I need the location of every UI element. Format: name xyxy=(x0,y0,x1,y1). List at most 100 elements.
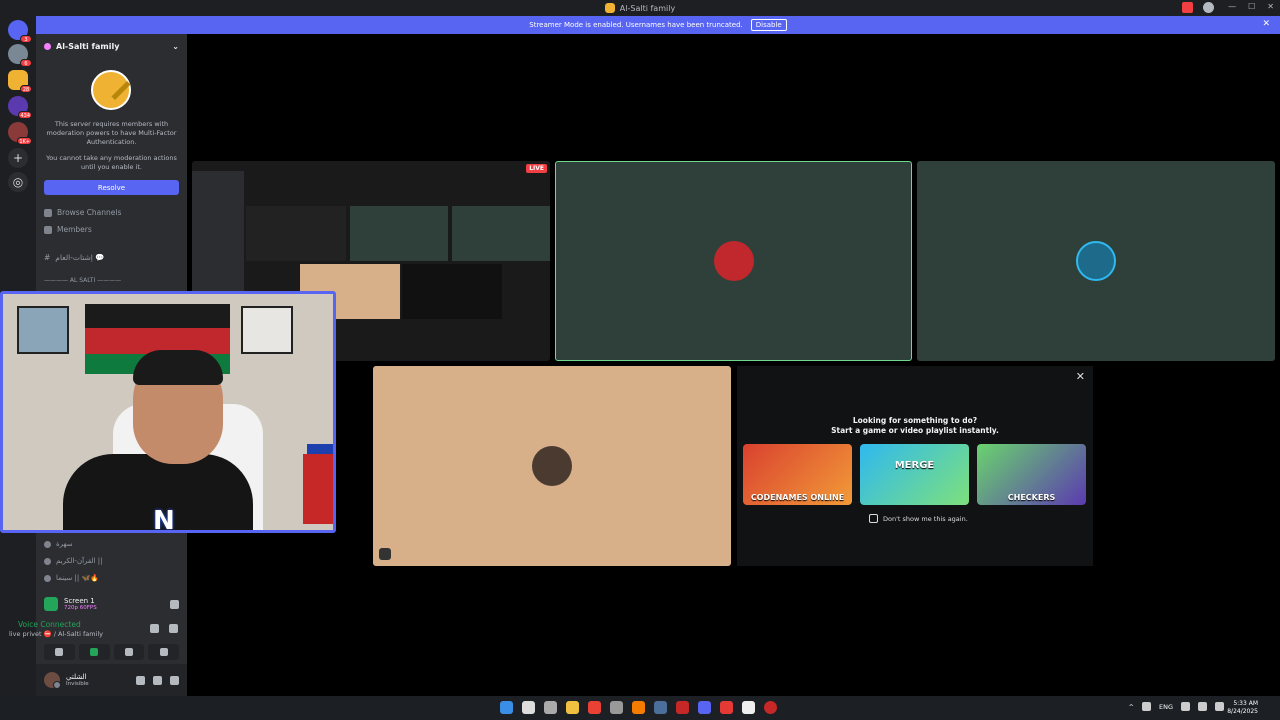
app-icon[interactable] xyxy=(764,701,777,714)
home-button[interactable]: 3 xyxy=(8,20,32,43)
user-panel: الشلتي Invisible xyxy=(36,664,187,696)
server-badge: 1K+ xyxy=(17,137,32,145)
stream-preview-panel[interactable]: Screen 1 720p 60FPS xyxy=(36,590,187,618)
volume-icon[interactable] xyxy=(1198,702,1207,711)
activity-heading: Looking for something to do? Start a gam… xyxy=(737,416,1093,436)
server-icon-active[interactable]: 28 xyxy=(8,70,32,93)
voice-connected-status[interactable]: Voice Connected xyxy=(18,620,81,629)
gear-icon[interactable] xyxy=(170,675,179,685)
game-card-merge[interactable]: MERGE xyxy=(860,444,969,505)
noise-suppression-icon[interactable] xyxy=(150,624,159,633)
streamer-mode-banner: Streamer Mode is enabled. Usernames have… xyxy=(36,16,1280,34)
chevron-up-icon[interactable]: ^ xyxy=(1129,703,1134,711)
text-channel[interactable]: # إشتات-العام 💬 xyxy=(44,253,105,262)
flag-stripe xyxy=(85,304,230,328)
maximize-button[interactable]: ☐ xyxy=(1248,2,1255,11)
dont-show-again[interactable]: Don't show me this again. xyxy=(869,514,968,523)
discover-icon[interactable]: ◎ xyxy=(8,172,28,192)
user-status: Invisible xyxy=(66,681,89,687)
avatar xyxy=(713,241,754,281)
close-window-button[interactable]: ✕ xyxy=(1267,2,1274,11)
close-banner-icon[interactable]: ✕ xyxy=(1262,19,1270,29)
participant-tile[interactable] xyxy=(373,366,731,566)
activity-heading-line2: Start a game or video playlist instantly… xyxy=(831,426,999,435)
server-badge: 6 xyxy=(20,59,32,67)
screen-share-button[interactable] xyxy=(78,644,110,660)
app-icon[interactable] xyxy=(676,701,689,714)
clock[interactable]: 5:33 AM 8/24/2025 xyxy=(1227,700,1258,716)
participant-tile[interactable] xyxy=(555,161,912,361)
start-icon[interactable] xyxy=(500,701,513,714)
network-icon[interactable] xyxy=(1181,702,1190,711)
members[interactable]: Members xyxy=(44,225,92,234)
participant-tile[interactable] xyxy=(917,161,1275,361)
text-channel-label: إشتات-العام 💬 xyxy=(55,253,105,262)
checkbox[interactable] xyxy=(869,514,878,523)
microphone-icon[interactable] xyxy=(136,675,145,685)
camera-button[interactable] xyxy=(44,644,75,660)
voice-controls xyxy=(150,624,178,633)
voice-channel-path: live privet ⛔ / Al-Salti family xyxy=(9,630,103,638)
server-icon-3[interactable]: 434 xyxy=(8,96,32,119)
microphone-icon[interactable] xyxy=(1141,702,1151,711)
language-indicator[interactable]: ENG xyxy=(1159,703,1173,711)
game-card-checkers[interactable]: CHECKERS xyxy=(977,444,1086,505)
voice-channel-label: القرآن-الكريم || xyxy=(56,557,103,565)
server-icon-4[interactable]: 1K+ xyxy=(8,122,32,145)
game-card-codenames[interactable]: CODENAMES ONLINE xyxy=(743,444,852,505)
close-icon[interactable]: ✕ xyxy=(1076,370,1085,383)
stop-stream-icon[interactable] xyxy=(170,599,179,609)
inbox-icon[interactable] xyxy=(1182,2,1193,13)
task-view-icon[interactable] xyxy=(544,701,557,714)
resolve-button[interactable]: Resolve xyxy=(44,180,179,195)
battery-icon[interactable] xyxy=(1215,702,1224,711)
discord-icon[interactable] xyxy=(698,701,711,714)
mfa-notice: This server requires members with modera… xyxy=(46,120,177,146)
server-icon-1[interactable]: 6 xyxy=(8,44,32,67)
add-server-icon[interactable]: + xyxy=(8,148,28,168)
streamer-mode-text: Streamer Mode is enabled. Usernames have… xyxy=(529,21,743,29)
disable-streamer-button[interactable]: Disable xyxy=(750,19,787,31)
server-logo-icon xyxy=(604,3,615,13)
app-icon[interactable] xyxy=(720,701,733,714)
voice-action-buttons xyxy=(44,644,179,660)
disconnect-icon[interactable] xyxy=(169,624,178,633)
app-icon[interactable] xyxy=(742,701,755,714)
chrome-icon[interactable] xyxy=(588,701,601,714)
avatar[interactable] xyxy=(44,672,61,689)
members-label: Members xyxy=(57,225,92,234)
help-icon[interactable] xyxy=(1203,2,1214,13)
boost-icon xyxy=(44,42,51,50)
headphones-icon[interactable] xyxy=(153,675,162,685)
voice-channel[interactable]: سينما || 🦋🔥 xyxy=(44,574,99,582)
voice-channel[interactable]: سهرة xyxy=(44,540,73,548)
user-name: الشلتي xyxy=(66,673,87,681)
person-hair xyxy=(133,350,223,385)
streamer-logo-icon: N xyxy=(153,506,175,533)
search-icon[interactable] xyxy=(522,701,535,714)
window-controls: — ☐ ✕ xyxy=(1228,2,1274,11)
server-header[interactable]: Al-Salti family ⌄ xyxy=(36,34,187,58)
system-tray: ^ ENG xyxy=(1129,702,1224,711)
camera-off-icon xyxy=(55,648,64,656)
title-bar: Al-Salti family — ☐ ✕ xyxy=(0,0,1280,16)
server-badge: 434 xyxy=(18,111,32,119)
game-label: CODENAMES ONLINE xyxy=(750,493,845,502)
activity-button[interactable] xyxy=(113,644,145,660)
browse-channels[interactable]: Browse Channels xyxy=(44,208,121,217)
voice-channel[interactable]: القرآن-الكريم || xyxy=(44,557,102,565)
activity-heading-line1: Looking for something to do? xyxy=(852,416,978,425)
nested-activity xyxy=(402,264,502,319)
minimize-button[interactable]: — xyxy=(1228,2,1236,11)
wall-decor xyxy=(17,306,69,354)
game-label: CHECKERS xyxy=(1007,493,1056,502)
app-icon[interactable] xyxy=(632,701,645,714)
nested-tile xyxy=(246,206,346,261)
gamepad-icon xyxy=(124,648,133,656)
browse-channels-label: Browse Channels xyxy=(57,208,122,217)
soundboard-button[interactable] xyxy=(148,644,179,660)
category-label[interactable]: ———— AL SALTI ———— xyxy=(44,277,121,284)
app-icon[interactable] xyxy=(610,701,623,714)
steam-icon[interactable] xyxy=(654,701,667,714)
folder-icon[interactable] xyxy=(566,701,579,714)
